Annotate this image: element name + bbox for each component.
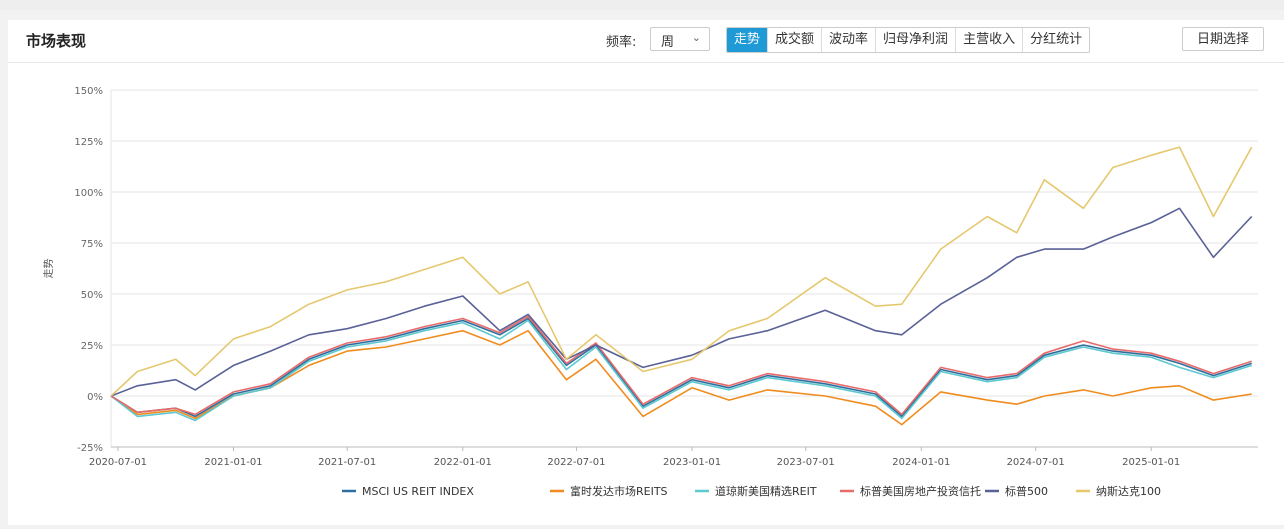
tab-net-profit[interactable]: 归母净利润 [876,28,957,52]
line-chart: -25% 0% 25% 50% 75% 100% 125% 150% 2020-07-01 202… [42,86,1258,498]
x-tick-label: 2025-01-01 [1122,457,1180,468]
tab-dividend[interactable]: 分红统计 [1023,28,1089,52]
x-tick-label: 2023-01-01 [663,457,721,468]
series-line-4 [110,207,1253,397]
chart-area: -25% 0% 25% 50% 75% 100% 125% 150% 2020-07-01 202… [8,64,1284,525]
y-tick-label: -25% [77,443,103,454]
y-tick-label: 150% [74,86,103,97]
x-tick-label: 2022-07-01 [547,457,605,468]
y-tick-label: 100% [74,188,103,199]
tab-trend[interactable]: 走势 [727,28,769,52]
x-tick-label: 2024-07-01 [1007,457,1065,468]
frequency-select[interactable]: 周 ⌄ [650,27,710,51]
x-tick-label: 2023-07-01 [777,457,835,468]
y-tick-label: 125% [74,137,103,148]
x-tick-label: 2022-01-01 [434,457,492,468]
series-line-2 [110,319,1252,422]
panel-header: 市场表现 频率: 周 ⌄ 走势 成交额 波动率 归母净利润 主营收入 分红统计 … [8,20,1284,63]
frequency-value: 周 [661,35,675,50]
legend-label: 富时发达市场REITS [570,484,668,498]
x-tick-label: 2024-01-01 [892,457,950,468]
date-select-button[interactable]: 日期选择 [1182,27,1264,51]
top-strip [0,0,1284,10]
legend-label: MSCI US REIT INDEX [362,485,474,498]
series-line-0 [110,317,1252,418]
chevron-down-icon: ⌄ [691,31,701,44]
tab-revenue[interactable]: 主营收入 [956,28,1024,52]
legend-label: 纳斯达克100 [1096,485,1161,498]
y-tick-label: 25% [81,341,103,352]
legend-label: 标普500 [1005,484,1048,498]
legend-label: 标普美国房地产投资信托 [860,484,981,498]
tab-volatility[interactable]: 波动率 [822,28,877,52]
x-tick-label: 2020-07-01 [89,457,147,468]
tab-turnover[interactable]: 成交额 [768,28,823,52]
x-tick-label: 2021-01-01 [204,457,262,468]
frequency-label: 频率: [606,35,637,50]
x-tick-label: 2021-07-01 [318,457,376,468]
y-tick-label: 0% [87,392,103,403]
market-performance-panel: 市场表现 频率: 周 ⌄ 走势 成交额 波动率 归母净利润 主营收入 分红统计 … [8,20,1284,525]
series-line-3 [110,315,1252,416]
panel-title: 市场表现 [26,32,87,50]
y-tick-label: 75% [81,239,103,250]
y-tick-label: 50% [81,290,103,301]
legend-label: 道琼斯美国精选REIT [715,484,817,498]
y-axis-label: 走势 [42,259,55,279]
metric-tabs: 走势 成交额 波动率 归母净利润 主营收入 分红统计 [726,27,1091,53]
